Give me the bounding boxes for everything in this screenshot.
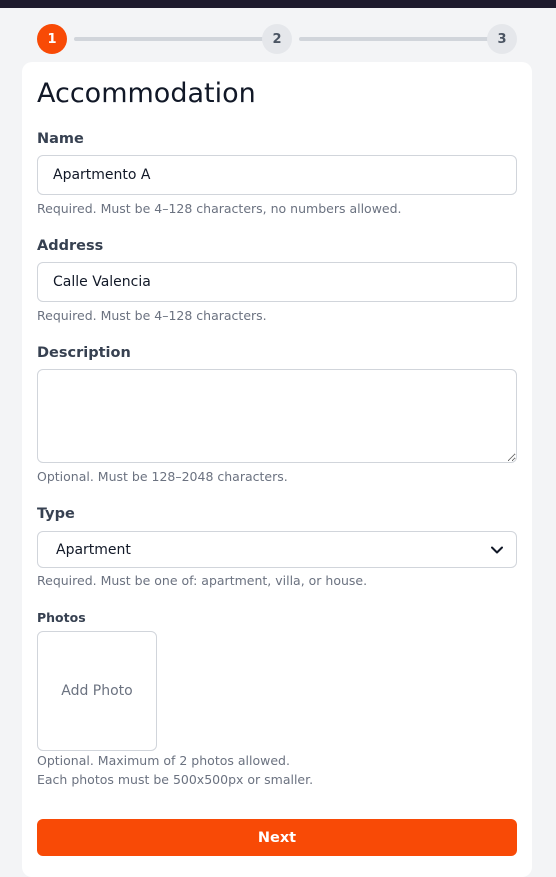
type-select[interactable]: Apartment — [37, 531, 517, 568]
step-connector-2 — [299, 37, 501, 41]
address-label: Address — [37, 238, 104, 254]
type-hint: Required. Must be one of: apartment, vil… — [37, 573, 368, 588]
name-input[interactable] — [37, 155, 517, 195]
stepper: 1 2 3 — [37, 24, 517, 54]
photos-hint-line-2: Each photos must be 500x500px or smaller… — [37, 772, 314, 787]
add-photo-button[interactable]: Add Photo — [37, 631, 157, 751]
photos-label: Photos — [37, 610, 86, 625]
type-select-value: Apartment — [56, 541, 131, 558]
next-button[interactable]: Next — [37, 819, 517, 856]
page-title: Accommodation — [37, 78, 256, 109]
description-textarea[interactable] — [37, 369, 517, 463]
description-hint: Optional. Must be 128–2048 characters. — [37, 469, 288, 484]
top-bar — [0, 0, 556, 8]
step-3-indicator[interactable]: 3 — [487, 24, 517, 54]
photos-hint-line-1: Optional. Maximum of 2 photos allowed. — [37, 753, 290, 768]
name-label: Name — [37, 131, 84, 147]
add-photo-label: Add Photo — [61, 683, 133, 699]
step-1-indicator[interactable]: 1 — [37, 24, 67, 54]
type-label: Type — [37, 506, 75, 522]
chevron-down-icon — [490, 543, 504, 557]
name-hint: Required. Must be 4–128 characters, no n… — [37, 201, 402, 216]
step-2-indicator[interactable]: 2 — [262, 24, 292, 54]
step-connector-1 — [74, 37, 276, 41]
description-label: Description — [37, 345, 131, 361]
address-input[interactable] — [37, 262, 517, 302]
address-hint: Required. Must be 4–128 characters. — [37, 308, 267, 323]
